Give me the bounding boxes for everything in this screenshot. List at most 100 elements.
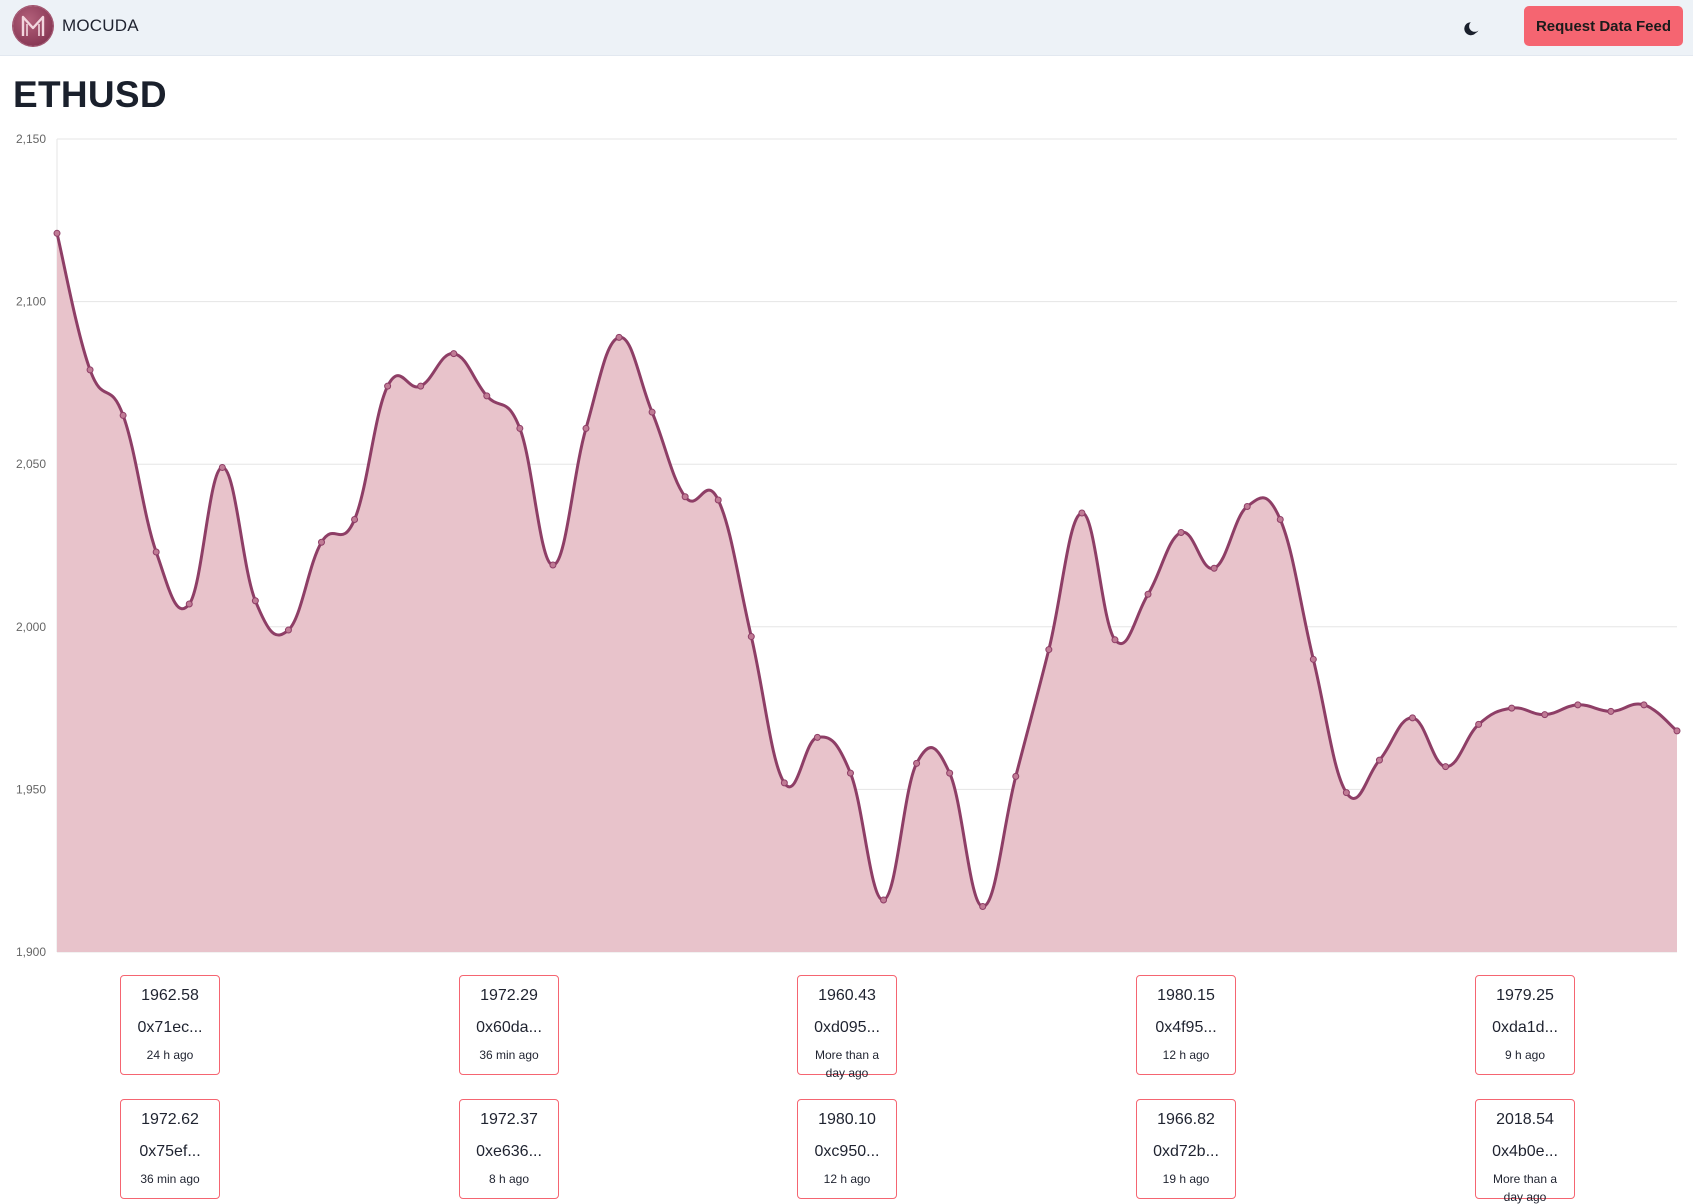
feed-timestamp: 36 min ago: [479, 1048, 539, 1062]
feed-card[interactable]: 1962.58 0x71ec... 24 h ago: [120, 975, 220, 1075]
feed-timestamp: 8 h ago: [488, 1172, 530, 1186]
price-point: [1309, 655, 1317, 663]
feed-address: 0x4b0e...: [1492, 1143, 1558, 1160]
feed-price: 1966.82: [1157, 1111, 1215, 1128]
brand-name[interactable]: MOCUDA: [62, 16, 139, 36]
price-point: [119, 411, 127, 419]
feed-timestamp: 24 h ago: [146, 1048, 194, 1062]
price-point: [483, 392, 491, 400]
feed-address: 0xd72b...: [1153, 1143, 1219, 1160]
price-point: [351, 515, 359, 523]
price-point: [1045, 646, 1053, 654]
price-point: [1342, 789, 1350, 797]
price-point: [1607, 707, 1615, 715]
feed-price: 1980.15: [1157, 987, 1215, 1004]
feed-price: 1960.43: [818, 987, 876, 1004]
feed-price: 1972.37: [480, 1111, 538, 1128]
feed-card[interactable]: 2018.54 0x4b0e... More than a day ago: [1475, 1099, 1575, 1204]
feed-price: 1972.29: [480, 987, 538, 1004]
price-point: [251, 597, 259, 605]
price-point: [615, 333, 623, 341]
feed-timestamp: More than a day ago: [814, 1048, 880, 1080]
feed-card[interactable]: 1972.29 0x60da... 36 min ago: [459, 975, 559, 1075]
price-point: [1508, 704, 1516, 712]
feed-timestamp: 36 min ago: [140, 1172, 200, 1186]
feed-price: 1979.25: [1496, 987, 1554, 1004]
feed-address: 0x75ef...: [139, 1143, 201, 1160]
navbar: MOCUDA Request Data Feed: [0, 0, 1693, 56]
price-point: [681, 493, 689, 501]
price-point: [979, 902, 987, 910]
price-point: [1574, 701, 1582, 709]
price-point: [450, 350, 458, 358]
feed-address: 0xda1d...: [1492, 1019, 1558, 1036]
feed-price: 1972.62: [141, 1111, 199, 1128]
price-point: [582, 424, 590, 432]
logo-mark-icon: [21, 15, 45, 36]
price-point: [813, 733, 821, 741]
y-tick-label: 1,950: [16, 782, 46, 796]
price-point: [1541, 711, 1549, 719]
y-axis-ticks: 2,150 2,100 2,050 2,000 1,950 1,900: [16, 132, 46, 959]
price-point: [1475, 720, 1483, 728]
feed-card[interactable]: 1960.43 0xd095... More than a day ago: [797, 975, 897, 1080]
price-point: [218, 463, 226, 471]
price-chart[interactable]: 2,150 2,100 2,050 2,000 1,950 1,900: [0, 128, 1693, 960]
feed-address: 0x60da...: [476, 1019, 542, 1036]
price-point: [53, 229, 61, 237]
price-point: [880, 896, 888, 904]
page-title: ETHUSD: [13, 74, 167, 115]
feed-price: 2018.54: [1496, 1111, 1554, 1128]
price-point: [1243, 502, 1251, 510]
price-point: [846, 769, 854, 777]
price-point: [714, 496, 722, 504]
feed-address: 0x71ec...: [137, 1019, 203, 1036]
price-point: [417, 382, 425, 390]
feed-address: 0x4f95...: [1155, 1019, 1217, 1036]
feed-address: 0xe636...: [476, 1143, 542, 1160]
feed-card[interactable]: 1979.25 0xda1d... 9 h ago: [1475, 975, 1575, 1075]
feed-timestamp: More than a day ago: [1492, 1172, 1558, 1204]
price-point: [1078, 509, 1086, 517]
price-point: [946, 769, 954, 777]
price-point: [747, 633, 755, 641]
y-tick-label: 1,900: [16, 945, 46, 959]
price-point: [384, 382, 392, 390]
feed-address: 0xc950...: [814, 1143, 880, 1160]
price-point: [780, 779, 788, 787]
price-point: [516, 424, 524, 432]
price-point: [1012, 772, 1020, 780]
y-tick-label: 2,050: [16, 457, 46, 471]
price-point: [152, 548, 160, 556]
request-data-feed-button[interactable]: Request Data Feed: [1524, 6, 1683, 46]
price-point: [1177, 528, 1185, 536]
price-point: [1409, 714, 1417, 722]
feed-card[interactable]: 1972.37 0xe636... 8 h ago: [459, 1099, 559, 1199]
feed-timestamp: 12 h ago: [823, 1172, 871, 1186]
feed-card[interactable]: 1980.15 0x4f95... 12 h ago: [1136, 975, 1236, 1075]
theme-toggle-button[interactable]: [1455, 12, 1489, 46]
price-point: [549, 561, 557, 569]
feed-timestamp: 19 h ago: [1162, 1172, 1210, 1186]
moon-icon: [1464, 22, 1479, 36]
price-point: [317, 538, 325, 546]
feed-card[interactable]: 1972.62 0x75ef... 36 min ago: [120, 1099, 220, 1199]
price-point: [1144, 590, 1152, 598]
price-point: [185, 600, 193, 608]
price-point: [1276, 515, 1284, 523]
feed-card[interactable]: 1980.10 0xc950... 12 h ago: [797, 1099, 897, 1199]
feed-price: 1962.58: [141, 987, 199, 1004]
price-point: [284, 626, 292, 634]
price-point: [1210, 564, 1218, 572]
price-point: [648, 408, 656, 416]
y-tick-label: 2,100: [16, 295, 46, 309]
feed-timestamp: 9 h ago: [1504, 1048, 1546, 1062]
price-point: [1111, 636, 1119, 644]
feed-card[interactable]: 1966.82 0xd72b... 19 h ago: [1136, 1099, 1236, 1199]
feed-address: 0xd095...: [814, 1019, 880, 1036]
price-point: [86, 366, 94, 374]
feed-timestamp: 12 h ago: [1162, 1048, 1210, 1062]
price-point: [1375, 756, 1383, 764]
y-tick-label: 2,150: [16, 132, 46, 146]
mocuda-logo[interactable]: [13, 6, 53, 46]
